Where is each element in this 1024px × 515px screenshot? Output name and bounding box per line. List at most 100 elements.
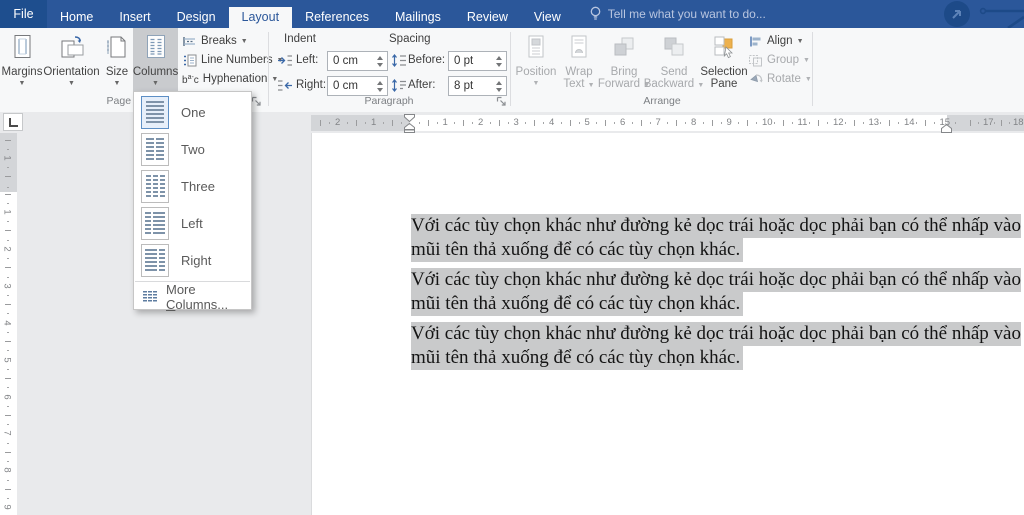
bring-forward-button[interactable]: Bring Forward ▼ <box>598 28 650 112</box>
ruler-number: 9 <box>1 504 13 510</box>
rotate-icon <box>750 73 763 82</box>
ruler-tick <box>978 122 979 124</box>
position-icon <box>525 32 547 62</box>
hyphenation-button[interactable]: ba-c Hyphenation ▼ <box>182 71 278 87</box>
tab-file[interactable]: File <box>0 0 47 28</box>
tab-insert[interactable]: Insert <box>106 7 163 28</box>
group-divider <box>268 32 269 106</box>
tab-review[interactable]: Review <box>454 7 521 28</box>
rotate-button[interactable]: Rotate ▼ <box>748 71 812 87</box>
paragraph-line[interactable]: Với các tùy chọn khác như đường kẻ dọc t… <box>411 214 1021 238</box>
ruler-tick <box>7 497 9 499</box>
ruler-tick <box>7 313 9 315</box>
tab-design[interactable]: Design <box>164 7 229 28</box>
tab-view[interactable]: View <box>521 7 574 28</box>
tell-me-box[interactable]: Tell me what you want to do... <box>590 0 766 28</box>
paragraph-group-label: Paragraph <box>364 95 414 107</box>
align-button[interactable]: Align ▼ <box>748 33 804 49</box>
ruler-number: 3 <box>513 117 519 128</box>
tab-layout[interactable]: Layout <box>228 7 293 28</box>
arrange-group-label: Arrange <box>643 95 681 107</box>
spinner-down[interactable] <box>377 87 383 92</box>
columns-option-more-columns[interactable]: More Columns... <box>134 282 251 312</box>
indent-left-field[interactable]: 0 cm <box>327 51 388 71</box>
ruler-tick <box>525 122 527 124</box>
tab-selector[interactable] <box>3 113 23 131</box>
dropdown-caret: ▼ <box>18 80 26 87</box>
paragraph-dialog-launcher[interactable] <box>496 96 507 107</box>
spacing-before-field[interactable]: 0 pt <box>448 51 507 71</box>
tab-references[interactable]: References <box>292 7 382 28</box>
columns-icon <box>144 32 168 62</box>
selected-text[interactable]: Với các tùy chọn khác như đường kẻ dọc t… <box>411 214 1021 376</box>
columns-button[interactable]: Columns ▼ <box>133 28 178 91</box>
ruler-tick <box>853 120 855 126</box>
ruler-number: 1 <box>442 117 448 128</box>
paragraph-line[interactable]: mũi tên thả xuống để có các tùy chọn khá… <box>411 346 744 370</box>
right-indent-marker[interactable] <box>941 124 952 133</box>
ruler-tick <box>720 122 722 124</box>
paragraph-line[interactable]: mũi tên thả xuống để có các tùy chọn khá… <box>411 292 744 316</box>
ruler-tick <box>1001 120 1002 126</box>
tab-mailings[interactable]: Mailings <box>382 7 454 28</box>
columns-option-three[interactable]: Three <box>134 168 251 205</box>
paragraph[interactable]: Với các tùy chọn khác như đường kẻ dọc t… <box>411 214 1021 262</box>
wrap-text-button[interactable]: Wrap Text ▼ <box>558 28 600 112</box>
indent-left-value: 0 cm <box>333 55 358 67</box>
spinner-up[interactable] <box>496 80 502 85</box>
spacing-header: Spacing <box>389 33 431 45</box>
tab-home[interactable]: Home <box>47 7 106 28</box>
spinner-down[interactable] <box>496 62 502 67</box>
ruler-tick <box>7 276 9 278</box>
ruler-tick <box>5 193 11 195</box>
first-line-indent-marker[interactable] <box>404 114 415 122</box>
ruler-tick <box>738 122 740 124</box>
tab-stop-icon <box>9 118 18 127</box>
dropdown-caret: ▼ <box>532 80 540 87</box>
spacing-before-icon <box>392 54 406 67</box>
ruler-tick <box>5 140 11 141</box>
spinner-down[interactable] <box>496 87 502 92</box>
spinner-up[interactable] <box>377 55 383 60</box>
spacing-after-field[interactable]: 8 pt <box>448 76 507 96</box>
breaks-button[interactable]: Breaks ▼ <box>182 33 248 49</box>
dropdown-caret: ▼ <box>68 80 75 87</box>
spinner-down[interactable] <box>377 62 383 67</box>
ruler-tick <box>970 120 971 126</box>
document-page[interactable]: Với các tùy chọn khác như đường kẻ dọc t… <box>311 133 1024 515</box>
ruler-left-margin-band <box>311 115 410 131</box>
orientation-button[interactable]: Orientation ▼ <box>43 28 100 112</box>
selection-pane-button[interactable]: Selection Pane <box>700 28 748 112</box>
paragraph-line[interactable]: Với các tùy chọn khác như đường kẻ dọc t… <box>411 268 1021 292</box>
paragraph-line[interactable]: mũi tên thả xuống để có các tùy chọn khá… <box>411 238 744 262</box>
ruler-number: 1 <box>371 117 377 128</box>
ruler-tick <box>463 120 465 126</box>
bring-forward-icon <box>612 32 636 62</box>
columns-option-left[interactable]: Left <box>134 205 251 242</box>
page-setup-dialog-launcher[interactable] <box>251 96 262 107</box>
group-button[interactable]: Group ▼ <box>748 52 810 68</box>
hanging-indent-marker[interactable] <box>404 123 415 133</box>
paragraph-line[interactable]: Với các tùy chọn khác như đường kẻ dọc t… <box>411 322 1021 346</box>
columns-option-two[interactable]: Two <box>134 131 251 168</box>
paragraph[interactable]: Với các tùy chọn khác như đường kẻ dọc t… <box>411 322 1021 370</box>
paragraph[interactable]: Với các tùy chọn khác như đường kẻ dọc t… <box>411 268 1021 316</box>
ruler-tick <box>418 122 420 124</box>
spinner-up[interactable] <box>496 55 502 60</box>
vruler-top-margin-band <box>0 133 17 192</box>
columns-option-one[interactable]: One <box>134 94 251 131</box>
ruler-tick <box>489 122 491 124</box>
ruler-number: 14 <box>904 117 915 128</box>
ruler-tick <box>605 120 607 126</box>
spacing-before-label: Before: <box>408 54 446 66</box>
position-button[interactable]: Position ▼ <box>514 28 558 112</box>
ruler-tick <box>7 461 9 463</box>
line-numbers-icon <box>184 54 197 66</box>
ruler-tick <box>507 122 509 124</box>
margins-button[interactable]: Margins ▼ <box>2 28 42 112</box>
spinner-up[interactable] <box>377 80 383 85</box>
dropdown-caret: ▼ <box>113 80 121 87</box>
columns-option-right[interactable]: Right <box>134 242 251 279</box>
indent-right-field[interactable]: 0 cm <box>327 76 388 96</box>
vertical-ruler: 1 1 2 3 4 5 6 7 8 9 <box>0 133 17 515</box>
